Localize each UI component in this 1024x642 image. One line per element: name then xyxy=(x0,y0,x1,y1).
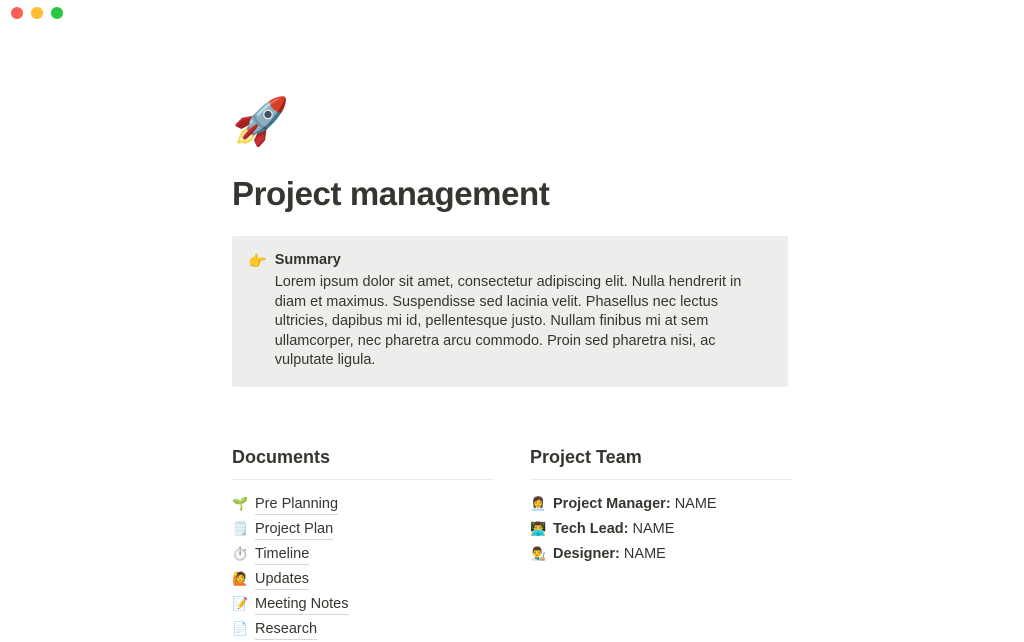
team-member-tech-lead: Tech Lead: NAME xyxy=(553,517,674,542)
man-technologist-emoji: 👨‍💻 xyxy=(530,521,547,537)
documents-divider xyxy=(232,478,494,480)
project-team-heading: Project Team xyxy=(530,446,642,467)
team-member-name: NAME xyxy=(674,495,717,512)
list-item: 👨‍🎨 Designer: NAME xyxy=(530,542,792,567)
stopwatch-emoji: ⏱️ xyxy=(232,546,249,562)
documents-heading: Documents xyxy=(232,446,331,467)
project-team-divider xyxy=(530,478,792,480)
project-team-list: 👩‍💼 Project Manager: NAME 👨‍💻 Tech Lead:… xyxy=(530,492,792,567)
document-link-pre-planning[interactable]: Pre Planning xyxy=(255,494,339,515)
traffic-light-controls xyxy=(11,7,63,19)
window-titlebar xyxy=(0,0,1024,26)
list-item[interactable]: 🗒️ Project Plan xyxy=(232,517,494,542)
man-artist-emoji: 👨‍🎨 xyxy=(530,546,547,562)
document-link-meeting-notes[interactable]: Meeting Notes xyxy=(255,594,349,615)
summary-callout-body: Summary Lorem ipsum dolor sit amet, cons… xyxy=(275,250,772,371)
two-column-section: Documents 🌱 Pre Planning 🗒️ Project Plan… xyxy=(232,445,1024,642)
document-page: 🚀 Project management 👉 Summary Lorem ips… xyxy=(0,98,1024,642)
list-item: 👩‍💼 Project Manager: NAME xyxy=(530,492,792,517)
summary-heading: Summary xyxy=(274,252,341,268)
maximize-window-button[interactable] xyxy=(51,7,63,19)
close-window-button[interactable] xyxy=(11,7,23,19)
team-member-project-manager: Project Manager: NAME xyxy=(553,492,717,517)
list-item[interactable]: 🙋 Updates xyxy=(232,567,494,592)
summary-text: Lorem ipsum dolor sit amet, consectetur … xyxy=(274,274,742,368)
team-role-label: Tech Lead: xyxy=(553,520,629,537)
woman-office-worker-emoji: 👩‍💼 xyxy=(530,496,547,512)
rocket-emoji[interactable]: 🚀 xyxy=(232,98,1024,156)
raising-hand-emoji: 🙋 xyxy=(232,571,249,587)
seedling-emoji: 🌱 xyxy=(232,496,249,512)
page-title: Project management xyxy=(232,175,550,212)
spiral-notepad-emoji: 🗒️ xyxy=(232,521,249,537)
document-link-timeline[interactable]: Timeline xyxy=(255,544,310,565)
minimize-window-button[interactable] xyxy=(31,7,43,19)
team-role-label: Project Manager: xyxy=(553,495,671,512)
team-role-label: Designer: xyxy=(553,545,620,562)
team-member-name: NAME xyxy=(632,520,675,537)
team-member-name: NAME xyxy=(623,545,666,562)
documents-column: Documents 🌱 Pre Planning 🗒️ Project Plan… xyxy=(232,445,494,642)
list-item: 👨‍💻 Tech Lead: NAME xyxy=(530,517,792,542)
documents-list: 🌱 Pre Planning 🗒️ Project Plan ⏱️ Timeli… xyxy=(232,492,494,642)
pointing-right-hand-icon: 👉 xyxy=(248,252,267,270)
document-link-project-plan[interactable]: Project Plan xyxy=(255,519,334,540)
list-item[interactable]: ⏱️ Timeline xyxy=(232,542,494,567)
document-link-updates[interactable]: Updates xyxy=(255,569,310,590)
list-item[interactable]: 📄 Research xyxy=(232,617,494,642)
project-team-column: Project Team 👩‍💼 Project Manager: NAME 👨… xyxy=(530,445,792,642)
list-item[interactable]: 🌱 Pre Planning xyxy=(232,492,494,517)
summary-callout: 👉 Summary Lorem ipsum dolor sit amet, co… xyxy=(232,236,788,387)
document-link-research[interactable]: Research xyxy=(255,619,318,640)
list-item[interactable]: 📝 Meeting Notes xyxy=(232,592,494,617)
team-member-designer: Designer: NAME xyxy=(553,542,666,567)
page-facing-up-emoji: 📄 xyxy=(232,621,249,637)
memo-emoji: 📝 xyxy=(232,596,249,612)
